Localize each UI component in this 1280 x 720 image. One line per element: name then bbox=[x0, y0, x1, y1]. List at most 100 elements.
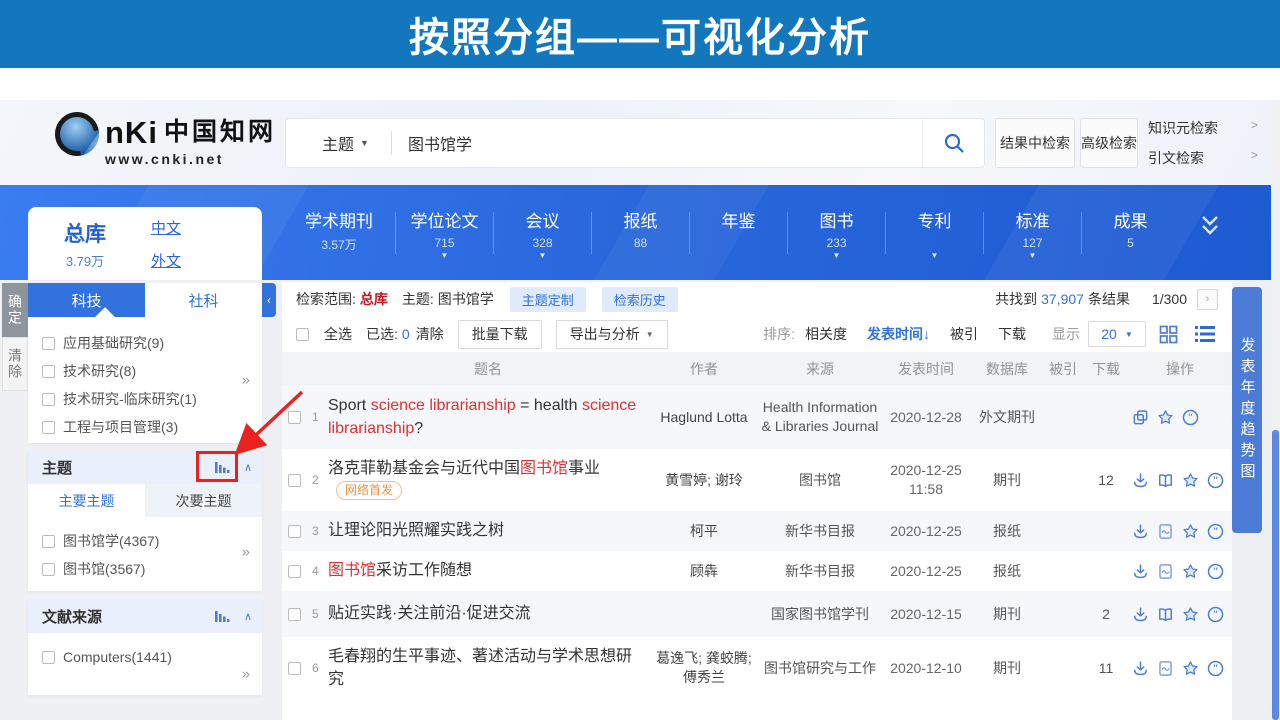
knowledge-search-link[interactable]: 知识元检索 > bbox=[1148, 118, 1258, 138]
search-history-button[interactable]: 检索历史 bbox=[602, 287, 678, 312]
advanced-search-button[interactable]: 高级检索 bbox=[1080, 118, 1138, 168]
citation-search-link[interactable]: 引文检索 > bbox=[1148, 148, 1258, 168]
result-title-link[interactable]: 洛克菲勒基金会与近代中国图书馆事业网络首发 bbox=[328, 457, 648, 503]
checkbox[interactable] bbox=[42, 535, 55, 548]
result-authors[interactable]: 葛逸飞; 龚蛟腾; 傅秀兰 bbox=[648, 649, 760, 687]
quote-icon[interactable]: ” bbox=[1207, 523, 1224, 540]
row-checkbox[interactable] bbox=[288, 662, 301, 675]
nav-item-3[interactable]: 会议 328 ▼ bbox=[494, 205, 591, 261]
result-title-link[interactable]: 贴近实践·关注前沿·促进交流 bbox=[328, 602, 648, 625]
row-checkbox[interactable] bbox=[288, 565, 301, 578]
result-authors[interactable]: 顾犇 bbox=[648, 562, 760, 581]
nav-item-1[interactable]: 学术期刊 3.57万 bbox=[283, 205, 395, 261]
download-icon[interactable] bbox=[1132, 472, 1149, 489]
result-authors[interactable]: 黄雪婷; 谢玲 bbox=[648, 471, 760, 490]
chevron-up-icon[interactable]: ∧ bbox=[244, 461, 252, 474]
bar-chart-icon[interactable] bbox=[214, 610, 230, 623]
publication-trend-tab[interactable]: 发表年度趋势图 bbox=[1232, 287, 1262, 533]
scrollbar-thumb[interactable] bbox=[1272, 430, 1279, 720]
expand-more-icon[interactable]: » bbox=[242, 372, 250, 389]
book-icon[interactable] bbox=[1157, 606, 1174, 623]
export-analyze-button[interactable]: 导出与分析 ▼ bbox=[556, 320, 668, 349]
sort-下载[interactable]: 下载 bbox=[998, 324, 1026, 344]
result-title-link[interactable]: Sport science librarianship = health sci… bbox=[328, 394, 648, 440]
subject-custom-button[interactable]: 主题定制 bbox=[510, 287, 586, 312]
doc-icon[interactable] bbox=[1157, 523, 1174, 540]
result-source[interactable]: 新华书目报 bbox=[760, 522, 880, 541]
result-source[interactable]: Health Information & Libraries Journal bbox=[760, 398, 880, 436]
chevron-up-icon[interactable]: ∧ bbox=[244, 610, 252, 623]
nav-item-6[interactable]: 图书 233 ▼ bbox=[788, 205, 885, 261]
download-icon[interactable] bbox=[1132, 563, 1149, 580]
checkbox[interactable] bbox=[42, 393, 55, 406]
search-field-dropdown[interactable]: 主题 ▼ bbox=[286, 131, 391, 155]
list-view-button[interactable] bbox=[1191, 321, 1218, 348]
quote-icon[interactable]: ” bbox=[1207, 606, 1224, 623]
page-scrollbar[interactable] bbox=[1271, 100, 1280, 720]
star-icon[interactable] bbox=[1182, 523, 1199, 540]
quote-icon[interactable]: ” bbox=[1207, 660, 1224, 677]
result-authors[interactable]: Haglund Lotta bbox=[648, 408, 760, 427]
quote-icon[interactable]: ” bbox=[1182, 409, 1199, 426]
confirm-button[interactable]: 确定 bbox=[2, 283, 28, 337]
quote-icon[interactable]: ” bbox=[1207, 472, 1224, 489]
batch-download-button[interactable]: 批量下载 bbox=[458, 320, 542, 349]
tab-social-science[interactable]: 社科 bbox=[145, 283, 262, 317]
tab-science-tech[interactable]: 科技 bbox=[28, 283, 145, 317]
grid-view-button[interactable] bbox=[1155, 321, 1182, 348]
tab-secondary-subject[interactable]: 次要主题 bbox=[145, 484, 262, 517]
row-checkbox[interactable] bbox=[288, 608, 301, 621]
checkbox[interactable] bbox=[42, 337, 55, 350]
select-all-checkbox[interactable] bbox=[296, 328, 309, 341]
result-source[interactable]: 图书馆研究与工作 bbox=[760, 659, 880, 678]
nav-item-9[interactable]: 成果 5 bbox=[1082, 205, 1179, 261]
download-icon[interactable] bbox=[1132, 523, 1149, 540]
row-checkbox[interactable] bbox=[288, 525, 301, 538]
result-source[interactable]: 图书馆 bbox=[760, 471, 880, 490]
doc-icon[interactable] bbox=[1157, 660, 1174, 677]
result-title-link[interactable]: 毛春翔的生平事迹、著述活动与学术思想研究 bbox=[328, 645, 648, 691]
total-db-card[interactable]: 总库 3.79万 中文 外文 bbox=[28, 207, 262, 280]
cnki-logo[interactable]: nKi 中国知网 www.cnki.net bbox=[55, 112, 276, 167]
star-icon[interactable] bbox=[1182, 660, 1199, 677]
clear-selection-button[interactable]: 清除 bbox=[416, 324, 444, 344]
row-checkbox[interactable] bbox=[288, 474, 301, 487]
row-checkbox[interactable] bbox=[288, 411, 301, 424]
clear-filters-button[interactable]: 清除 bbox=[2, 337, 28, 391]
star-icon[interactable] bbox=[1182, 472, 1199, 489]
checkbox[interactable] bbox=[42, 365, 55, 378]
nav-item-7[interactable]: 专利 ▼ bbox=[886, 205, 983, 261]
tab-main-subject[interactable]: 主要主题 bbox=[28, 484, 145, 517]
result-authors[interactable]: 柯平 bbox=[648, 522, 760, 541]
sort-发表时间[interactable]: 发表时间↓ bbox=[867, 324, 930, 344]
nav-item-5[interactable]: 年鉴 bbox=[690, 205, 787, 261]
search-button[interactable] bbox=[922, 119, 984, 167]
star-icon[interactable] bbox=[1182, 563, 1199, 580]
nav-item-4[interactable]: 报纸 88 bbox=[592, 205, 689, 261]
sidebar-collapse-handle[interactable]: ‹ bbox=[262, 283, 276, 317]
lang-foreign-link[interactable]: 外文 bbox=[151, 250, 181, 271]
copy-icon[interactable] bbox=[1132, 409, 1149, 426]
search-in-results-button[interactable]: 结果中检索 bbox=[995, 118, 1075, 168]
sort-被引[interactable]: 被引 bbox=[950, 324, 978, 344]
search-input[interactable] bbox=[392, 134, 922, 152]
star-icon[interactable] bbox=[1182, 606, 1199, 623]
result-source[interactable]: 新华书目报 bbox=[760, 562, 880, 581]
next-page-button[interactable]: › bbox=[1197, 289, 1218, 310]
result-title-link[interactable]: 图书馆采访工作随想 bbox=[328, 559, 648, 582]
download-icon[interactable] bbox=[1132, 660, 1149, 677]
page-size-select[interactable]: 20 ▼ bbox=[1088, 321, 1146, 347]
scope-value[interactable]: 总库 bbox=[360, 289, 388, 309]
checkbox[interactable] bbox=[42, 563, 55, 576]
doc-icon[interactable] bbox=[1157, 563, 1174, 580]
select-all-label[interactable]: 全选 bbox=[324, 324, 352, 344]
checkbox[interactable] bbox=[42, 421, 55, 434]
expand-more-icon[interactable]: » bbox=[242, 666, 250, 683]
nav-item-2[interactable]: 学位论文 715 ▼ bbox=[396, 205, 493, 261]
book-icon[interactable] bbox=[1157, 472, 1174, 489]
star-icon[interactable] bbox=[1157, 409, 1174, 426]
expand-more-icon[interactable]: » bbox=[242, 543, 250, 560]
checkbox[interactable] bbox=[42, 651, 55, 664]
result-source[interactable]: 国家图书馆学刊 bbox=[760, 605, 880, 624]
nav-more-button[interactable] bbox=[1188, 213, 1232, 244]
